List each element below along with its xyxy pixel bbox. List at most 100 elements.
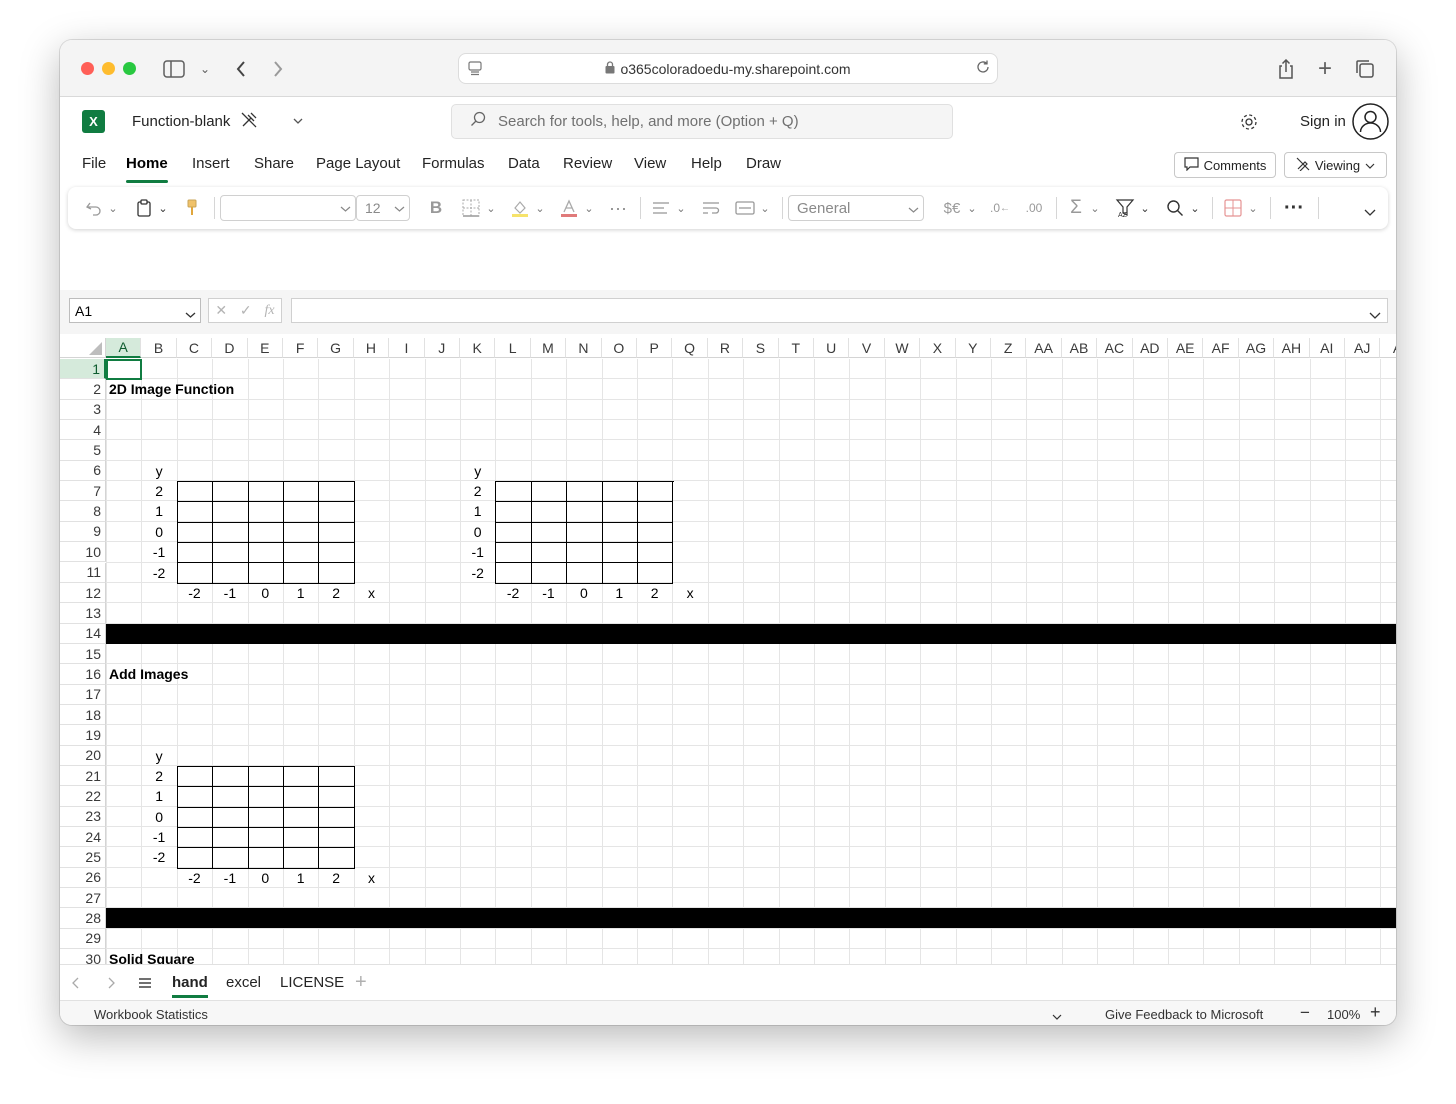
row-header[interactable]: 9 (60, 521, 106, 543)
font-color-icon[interactable] (558, 196, 580, 220)
function-cell[interactable] (602, 482, 638, 503)
column-header[interactable]: I (389, 338, 425, 358)
column-header[interactable]: O (601, 338, 637, 358)
conditional-chevron-icon[interactable]: ⌄ (1246, 196, 1260, 220)
row-header[interactable]: 20 (60, 745, 106, 766)
image-function-grid[interactable] (176, 481, 356, 585)
file-menu-chevron-icon[interactable] (292, 113, 304, 131)
row-header[interactable]: 14 (60, 623, 106, 644)
column-header[interactable]: S (743, 338, 779, 358)
row-header[interactable]: 21 (60, 766, 106, 787)
close-window-button[interactable] (81, 62, 94, 75)
share-icon[interactable] (1273, 56, 1299, 82)
formula-input[interactable] (291, 298, 1388, 323)
function-cell[interactable] (283, 807, 320, 829)
tab-review[interactable]: Review (563, 155, 612, 183)
function-cell[interactable] (177, 482, 214, 503)
tab-help[interactable]: Help (691, 155, 722, 183)
sidebar-icon[interactable] (161, 56, 187, 82)
column-header[interactable]: AF (1203, 338, 1239, 358)
expand-ribbon-icon[interactable] (1362, 200, 1378, 224)
row-header[interactable]: 24 (60, 827, 106, 848)
decrease-decimal-icon[interactable]: .00 (1022, 196, 1046, 220)
column-header[interactable]: E (247, 338, 283, 358)
function-cell[interactable] (319, 828, 355, 849)
column-header[interactable]: U (814, 338, 850, 358)
function-cell[interactable] (283, 787, 320, 808)
function-cell[interactable] (496, 502, 532, 523)
conditional-format-icon[interactable] (1222, 196, 1244, 220)
merge-cells-icon[interactable] (734, 196, 756, 220)
column-header[interactable]: Y (955, 338, 991, 358)
row-header[interactable]: 29 (60, 928, 106, 950)
column-header[interactable]: N (566, 338, 602, 358)
currency-format-icon[interactable]: $€ (940, 196, 964, 220)
increase-decimal-icon[interactable]: .0 ← (988, 196, 1012, 220)
column-header[interactable]: AH (1274, 338, 1310, 358)
spreadsheet-grid[interactable]: A B C D E F G H I J K L M N O P Q R S T U V W X Y Z AA AB AC AD AE AF AG… (60, 338, 1396, 964)
function-cell[interactable] (637, 543, 674, 564)
function-cell[interactable] (319, 848, 355, 869)
function-cell[interactable] (283, 502, 320, 523)
function-cell[interactable] (637, 522, 674, 544)
check-icon[interactable]: ✓ (240, 302, 252, 319)
fill-color-icon[interactable] (509, 196, 531, 220)
function-cell[interactable] (248, 828, 284, 849)
column-header[interactable]: AI (1309, 338, 1345, 358)
active-cell[interactable] (106, 359, 143, 381)
function-cell[interactable] (319, 502, 355, 523)
column-header[interactable]: AB (1061, 338, 1098, 358)
address-bar[interactable]: o365coloradoedu-my.sharepoint.com (458, 53, 998, 84)
row-header[interactable]: 7 (60, 481, 106, 502)
column-header[interactable]: X (920, 338, 956, 358)
zoom-window-button[interactable] (123, 62, 136, 75)
function-cell[interactable] (248, 848, 284, 869)
borders-icon[interactable] (460, 196, 482, 220)
column-header[interactable]: F (283, 338, 319, 358)
column-header[interactable]: Z (991, 338, 1027, 358)
function-cell[interactable] (213, 807, 249, 829)
function-cell[interactable] (177, 522, 214, 544)
row-header[interactable]: 28 (60, 908, 106, 929)
scroll-right-icon[interactable] (107, 976, 115, 994)
align-chevron-icon[interactable]: ⌄ (674, 196, 688, 220)
zoom-out-icon[interactable]: − (1300, 1003, 1310, 1023)
tab-formulas[interactable]: Formulas (422, 155, 485, 183)
expand-formula-icon[interactable] (1369, 306, 1381, 324)
function-cell[interactable] (567, 482, 603, 503)
function-cell[interactable] (248, 543, 284, 564)
tab-file[interactable]: File (82, 155, 106, 183)
function-cell[interactable] (177, 543, 214, 564)
row-header[interactable]: 3 (60, 399, 106, 421)
viewing-mode-button[interactable]: Viewing (1284, 152, 1387, 178)
more-options-icon[interactable]: ··· (1280, 196, 1308, 220)
column-header[interactable]: AA (1026, 338, 1062, 358)
image-function-grid[interactable] (495, 481, 674, 585)
row-header[interactable]: 19 (60, 725, 106, 746)
row-header[interactable]: 22 (60, 786, 106, 807)
tab-overview-icon[interactable] (1352, 56, 1378, 82)
bold-icon[interactable]: B (426, 196, 446, 220)
wrap-text-icon[interactable] (700, 196, 722, 220)
select-all-corner[interactable] (60, 338, 106, 358)
column-header[interactable]: AD (1132, 338, 1168, 358)
zoom-in-icon[interactable]: + (1370, 1002, 1381, 1023)
row-header[interactable]: 12 (60, 582, 106, 604)
feedback-link[interactable]: Give Feedback to Microsoft (1105, 1007, 1263, 1022)
function-cell[interactable] (248, 787, 284, 808)
row-header[interactable]: 4 (60, 420, 106, 441)
currency-chevron-icon[interactable]: ⌄ (965, 196, 979, 220)
column-header[interactable]: AJ (1345, 338, 1381, 358)
find-chevron-icon[interactable]: ⌄ (1188, 196, 1202, 220)
chevron-down-icon[interactable]: ⌄ (192, 56, 218, 82)
reload-icon[interactable] (975, 59, 991, 78)
row-header[interactable]: 25 (60, 847, 106, 868)
function-cell[interactable] (213, 522, 249, 544)
new-tab-icon[interactable]: + (1312, 55, 1338, 82)
row-header[interactable]: 15 (60, 643, 106, 665)
function-cell[interactable] (177, 502, 214, 523)
row-header[interactable]: 1 (60, 359, 106, 380)
column-header[interactable]: G (318, 338, 354, 358)
function-cell[interactable] (283, 563, 320, 584)
sort-filter-icon[interactable]: AZ (1114, 196, 1136, 220)
